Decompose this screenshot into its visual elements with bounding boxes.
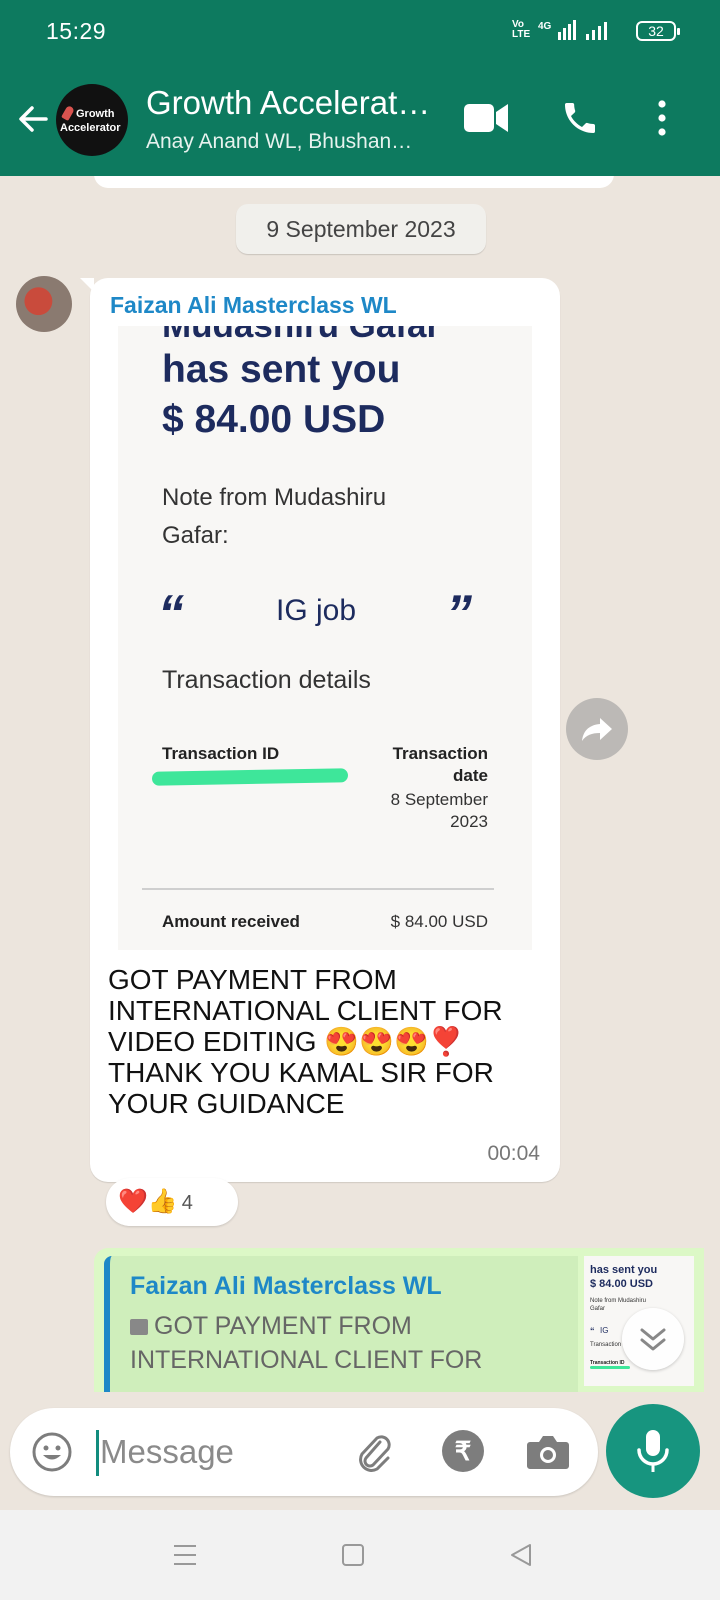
image-txn-id-label: Transaction ID (162, 744, 280, 763)
video-call-icon[interactable] (462, 98, 510, 138)
more-options-icon[interactable] (652, 98, 672, 138)
emoji-icon[interactable] (30, 1430, 74, 1474)
outgoing-reply-bubble[interactable]: Faizan Ali Masterclass WL GOT PAYMENT FR… (94, 1248, 704, 1392)
system-navigation-bar (0, 1510, 720, 1600)
recent-apps-icon[interactable] (172, 1542, 198, 1568)
payment-screenshot-image[interactable]: Mudashiru Gafar has sent you $ 84.00 USD… (118, 326, 532, 950)
image-note-label-2: Gafar: (162, 522, 229, 549)
image-section-title: Transaction details (162, 666, 371, 694)
forward-button[interactable] (566, 698, 628, 760)
voice-call-icon[interactable] (560, 98, 600, 138)
image-icon (130, 1319, 148, 1335)
battery-icon: 32 (636, 21, 680, 41)
avatar-text-line1: Growth (76, 108, 115, 120)
image-txn-date-value-1: 8 September (390, 790, 488, 809)
message-composer: ₹ (10, 1408, 598, 1496)
group-name[interactable]: Growth Accelerat… (146, 84, 430, 122)
image-amount-value: $ 84.00 USD (390, 912, 488, 931)
quoted-text-line1: GOT PAYMENT FROM (130, 1312, 412, 1341)
nav-back-icon[interactable] (508, 1542, 534, 1568)
reaction-count: 4 (181, 1192, 193, 1214)
forward-icon (582, 718, 612, 741)
message-input[interactable] (100, 1426, 340, 1478)
svg-text:4G: 4G (538, 21, 552, 32)
incoming-message-bubble[interactable]: Faizan Ali Masterclass WL Mudashiru Gafa… (80, 278, 560, 1182)
message-line: YOUR GUIDANCE (108, 1088, 345, 1119)
quoted-text: GOT PAYMENT FROM (154, 1312, 412, 1340)
status-time: 15:29 (46, 18, 107, 44)
thumb-text: IG (600, 1326, 609, 1335)
thumb-text: Gafar (590, 1306, 606, 1312)
message-text: GOT PAYMENT FROM INTERNATIONAL CLIENT FO… (108, 964, 548, 1119)
status-bar: 15:29 Vo LTE 4G 32 (0, 0, 720, 64)
payment-rupee-button[interactable]: ₹ (442, 1430, 484, 1472)
rocket-icon (61, 104, 75, 122)
voice-message-button[interactable] (606, 1404, 700, 1498)
group-participants[interactable]: Anay Anand WL, Bhushan… (146, 130, 412, 154)
quoted-text-line2: INTERNATIONAL CLIENT FOR (130, 1346, 483, 1374)
image-txn-date-label-2: date (453, 766, 488, 785)
message-line: INTERNATIONAL CLIENT FOR (108, 995, 503, 1026)
image-headline-amount: $ 84.00 USD (162, 398, 386, 441)
scroll-to-bottom-button[interactable] (622, 1308, 684, 1370)
avatar-text-line2: Accelerator (60, 122, 121, 134)
message-line: GOT PAYMENT FROM (108, 964, 397, 995)
home-icon[interactable] (340, 1542, 366, 1568)
image-amount-label: Amount received (162, 912, 300, 931)
camera-icon[interactable] (524, 1430, 572, 1474)
image-note-label-1: Note from Mudashiru (162, 484, 387, 511)
message-reactions[interactable]: ❤️👍 4 (106, 1178, 238, 1226)
image-headline-1: has sent you (162, 348, 401, 391)
signal-sim2-icon (586, 22, 607, 40)
group-avatar[interactable]: Growth Accelerator (56, 84, 128, 156)
thumb-text: Note from Mudashiru (590, 1298, 647, 1304)
message-line: VIDEO EDITING 😍😍😍❣️ (108, 1026, 464, 1057)
date-separator: 9 September 2023 (236, 204, 486, 254)
image-txn-date-label-1: Transaction (392, 744, 488, 763)
image-note-text: IG job (276, 594, 357, 627)
thumb-text: $ 84.00 USD (590, 1278, 653, 1290)
back-arrow-icon[interactable] (16, 102, 50, 136)
volte-indicator: Vo LTE (512, 19, 531, 40)
sender-avatar[interactable] (16, 276, 72, 332)
previous-message-edge (94, 176, 614, 188)
message-time: 00:04 (487, 1142, 540, 1165)
quoted-message[interactable]: Faizan Ali Masterclass WL GOT PAYMENT FR… (104, 1256, 578, 1392)
image-txn-date-value-2: 2023 (450, 812, 488, 831)
sender-name[interactable]: Faizan Ali Masterclass WL (110, 292, 397, 319)
open-quote-icon: “ (158, 585, 184, 643)
chat-area[interactable]: 9 September 2023 Faizan Ali Masterclass … (0, 176, 720, 1392)
thumb-text: has sent you (590, 1264, 658, 1276)
redaction-scribble (151, 768, 349, 786)
image-cut-text: Mudashiru Gafar (162, 326, 440, 346)
chat-header: 15:29 Vo LTE 4G 32 Growth Accelerator Gro… (0, 0, 720, 176)
attach-paperclip-icon[interactable] (350, 1428, 398, 1476)
message-line: THANK YOU KAMAL SIR FOR (108, 1057, 494, 1088)
reaction-emojis: ❤️👍 (118, 1188, 178, 1215)
signal-4g-icon: 4G (538, 20, 576, 40)
thumb-text: Transaction (590, 1342, 622, 1348)
microphone-icon (637, 1430, 669, 1472)
thumb-text: “ (590, 1326, 595, 1336)
close-quote-icon: ” (446, 585, 472, 643)
quoted-sender: Faizan Ali Masterclass WL (130, 1272, 442, 1300)
text-cursor (96, 1430, 99, 1476)
double-chevron-down-icon (640, 1328, 666, 1351)
image-divider (142, 888, 494, 890)
